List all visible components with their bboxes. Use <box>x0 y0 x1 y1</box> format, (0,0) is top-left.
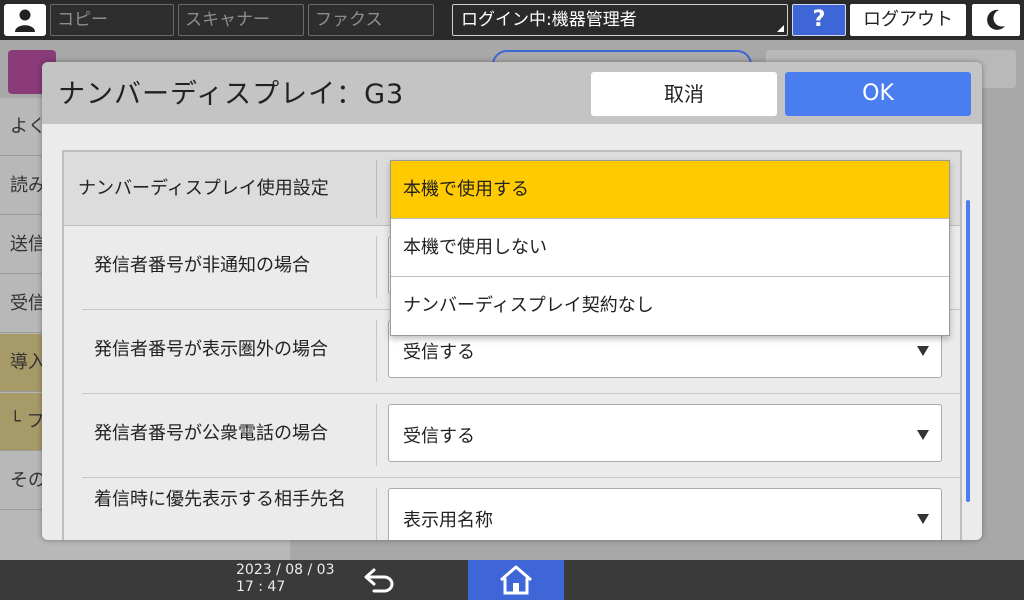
dropdown-arrow-icon <box>917 514 929 524</box>
public-phone-select[interactable]: 受信する <box>388 404 942 462</box>
cancel-button[interactable]: 取消 <box>591 72 777 116</box>
sidebar-item: 読み <box>0 157 44 215</box>
divider <box>376 236 377 298</box>
sidebar-item: └ フ <box>0 393 44 451</box>
time-text: 17 : 47 <box>236 579 286 595</box>
number-display-dropdown: 本機で使用する 本機で使用しない ナンバーディスプレイ契約なし <box>390 160 950 336</box>
home-button[interactable] <box>468 560 564 600</box>
top-bar: コピー スキャナー ファクス ログイン中:機器管理者 ? ログアウト <box>0 0 1024 40</box>
setting-row-public-phone: 発信者番号が公衆電話の場合 受信する <box>82 394 960 478</box>
setting-label: ナンバーディスプレイ使用設定 <box>78 178 329 199</box>
divider <box>376 488 377 540</box>
back-arrow-icon <box>364 568 394 593</box>
login-status-button[interactable]: ログイン中:機器管理者 <box>452 4 788 36</box>
sidebar-item: その <box>0 452 44 510</box>
select-value: 表示用名称 <box>403 510 493 531</box>
sidebar-item: 受信 <box>0 275 44 333</box>
moon-icon <box>987 9 1005 30</box>
date-text: 2023 / 08 / 03 <box>236 562 335 578</box>
setting-label: 着信時に優先表示する相手先名 <box>94 489 346 510</box>
select-value: 受信する <box>403 342 475 363</box>
select-value: 受信する <box>403 426 475 447</box>
app-fax-button[interactable]: ファクス <box>308 4 434 36</box>
bottom-bar: 2023 / 08 / 03 17 : 47 <box>0 560 1024 600</box>
home-icon <box>500 565 532 595</box>
dropdown-arrow-icon <box>917 430 929 440</box>
priority-name-select[interactable]: 表示用名称 <box>388 488 942 540</box>
dialog-header: ナンバーディスプレイ：G3 取消 OK <box>42 62 982 124</box>
dropdown-option-use[interactable]: 本機で使用する <box>391 161 949 219</box>
app-scanner-button[interactable]: スキャナー <box>178 4 304 36</box>
login-status-text: ログイン中:機器管理者 <box>461 10 637 30</box>
setting-label: 発信者番号が公衆電話の場合 <box>94 423 328 444</box>
ok-button[interactable]: OK <box>785 72 971 116</box>
sidebar-item: 導入 <box>0 334 44 392</box>
person-icon <box>15 9 35 32</box>
setting-label: 発信者番号が非通知の場合 <box>94 255 310 276</box>
divider <box>376 320 377 382</box>
logout-button[interactable]: ログアウト <box>850 4 966 36</box>
app-copy-button[interactable]: コピー <box>50 4 174 36</box>
dropdown-arrow-icon <box>917 346 929 356</box>
dropdown-option-no-contract[interactable]: ナンバーディスプレイ契約なし <box>391 277 949 335</box>
sidebar-item: 送信 <box>0 216 44 274</box>
scrollbar[interactable] <box>966 200 970 502</box>
corner-triangle-icon <box>777 25 784 32</box>
user-icon[interactable] <box>4 4 46 36</box>
back-button[interactable] <box>360 564 400 596</box>
divider <box>376 404 377 466</box>
dialog-title: ナンバーディスプレイ：G3 <box>58 79 405 110</box>
help-button[interactable]: ? <box>792 4 846 36</box>
dropdown-option-not-use[interactable]: 本機で使用しない <box>391 219 949 277</box>
sidebar-item: よく <box>0 98 44 156</box>
date-time-display: 2023 / 08 / 03 17 : 47 <box>236 562 335 596</box>
energy-saver-button[interactable] <box>972 4 1020 36</box>
setting-row-priority-name: 着信時に優先表示する相手先名 表示用名称 <box>82 478 960 540</box>
setting-label: 発信者番号が表示圏外の場合 <box>94 339 328 360</box>
divider <box>376 160 377 218</box>
number-display-dialog: ナンバーディスプレイ：G3 取消 OK ナンバーディスプレイ使用設定 発信者番号… <box>42 62 982 540</box>
